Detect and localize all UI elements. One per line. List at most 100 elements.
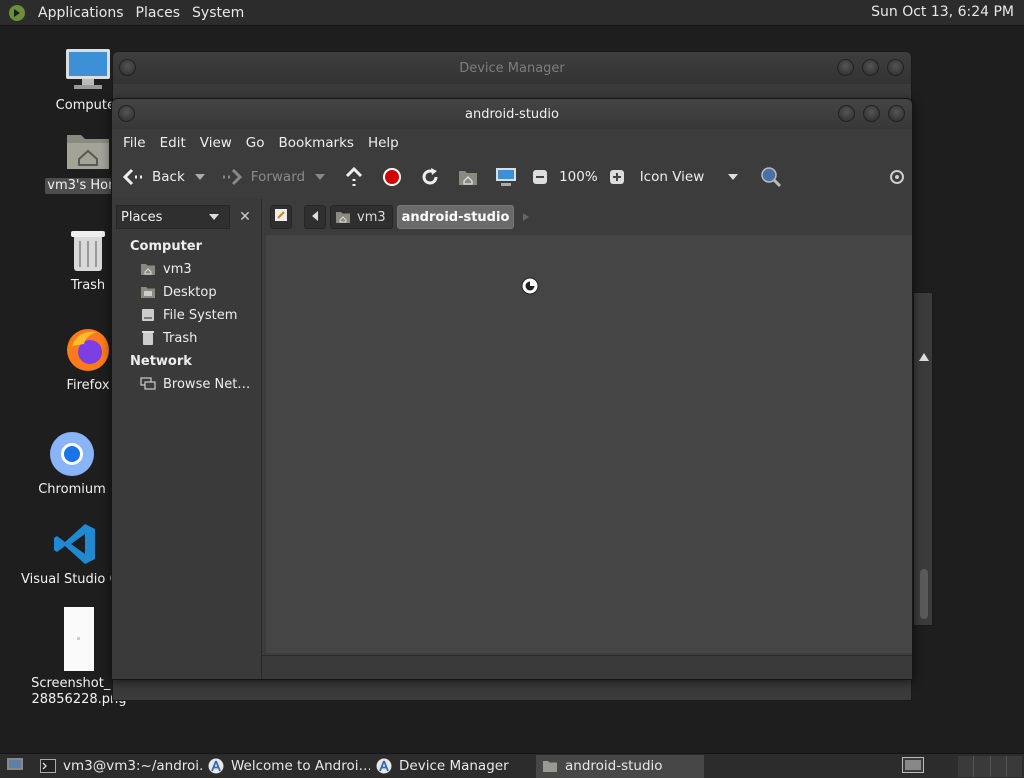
view-mode-select[interactable]: Icon View (636, 162, 744, 192)
chevron-down-icon (727, 174, 738, 180)
toggle-location-entry-button[interactable] (270, 205, 292, 229)
stop-icon (381, 166, 403, 188)
zoom-in-button[interactable] (602, 162, 632, 192)
minimize-icon[interactable] (837, 59, 854, 76)
computer-button[interactable] (491, 162, 521, 192)
taskbar-item-welcome-android[interactable]: Welcome to Androi… (202, 755, 370, 778)
android-studio-icon (208, 758, 224, 774)
taskbar-item-terminal[interactable]: vm3@vm3:~/androi… (34, 755, 202, 778)
file-manager-window[interactable]: android-studio File Edit View Go Bookmar… (111, 98, 913, 680)
breadcrumb-vm3[interactable]: vm3 (330, 205, 393, 229)
up-arrow-icon (343, 166, 365, 188)
desktop-icon-label: Chromium (38, 482, 106, 497)
maximize-icon[interactable] (863, 105, 880, 122)
android-studio-icon (376, 758, 392, 774)
workspace-3[interactable] (991, 756, 1007, 777)
places-menu[interactable]: Places (130, 5, 187, 21)
workspace-switcher[interactable] (900, 756, 926, 777)
clock[interactable]: Sun Oct 13, 6:24 PM (871, 4, 1014, 20)
busy-cursor-icon (521, 277, 539, 299)
window-titlebar[interactable]: android-studio (112, 99, 912, 129)
menu-help[interactable]: Help (361, 135, 406, 151)
top-panel: Applications Places System Sun Oct 13, 6… (0, 0, 1024, 26)
sidebar-section-computer: Computer (130, 239, 203, 254)
search-button[interactable] (756, 162, 786, 192)
sidebar-item-label: File System (163, 307, 238, 323)
zoom-level[interactable]: 100% (555, 162, 602, 192)
sidebar-type-select[interactable]: Places (116, 205, 230, 229)
network-icon (140, 376, 156, 392)
minimize-icon[interactable] (838, 105, 855, 122)
search-icon (760, 166, 782, 188)
taskbar-item-label: android-studio (565, 758, 663, 774)
taskbar-item-device-manager[interactable]: Device Manager (370, 755, 536, 778)
image-file-icon (55, 606, 103, 672)
close-icon: ✕ (239, 209, 251, 225)
back-button[interactable]: Back (118, 162, 189, 192)
path-scroll-left-button[interactable] (304, 205, 326, 229)
chromium-icon (48, 430, 96, 478)
desktop-icon-label: Firefox (66, 378, 110, 393)
sidebar-item-label: Trash (163, 330, 198, 346)
zoom-out-button[interactable] (525, 162, 555, 192)
forward-history-chevron-down-icon[interactable] (315, 174, 326, 180)
home-folder-icon (335, 210, 351, 224)
chevron-right-icon (523, 210, 530, 225)
home-button[interactable] (453, 162, 483, 192)
sidebar-item-desktop[interactable]: Desktop (140, 284, 217, 300)
firefox-icon (64, 326, 112, 374)
applications-menu[interactable]: Applications (32, 5, 130, 21)
menu-bookmarks[interactable]: Bookmarks (272, 135, 361, 151)
trash-icon (64, 226, 112, 274)
reload-button[interactable] (415, 162, 445, 192)
maximize-icon[interactable] (862, 59, 879, 76)
close-icon[interactable] (887, 59, 904, 76)
window-menu-icon[interactable] (118, 105, 135, 122)
workspace-2[interactable] (974, 756, 991, 777)
sidebar-item-browse-network[interactable]: Browse Net… (140, 376, 250, 392)
path-scroll-right-button[interactable] (518, 205, 534, 229)
back-history-chevron-down-icon[interactable] (194, 174, 205, 180)
menu-view[interactable]: View (193, 135, 239, 151)
back-label: Back (152, 169, 185, 185)
window-titlebar[interactable]: Device Manager (113, 52, 911, 84)
close-icon[interactable] (888, 105, 905, 122)
workspace-pager[interactable] (958, 756, 1022, 777)
show-desktop-button[interactable] (4, 755, 26, 777)
window-title: android-studio (465, 106, 559, 122)
scrollbar-thumb[interactable] (920, 569, 928, 619)
view-mode-label: Icon View (639, 169, 705, 185)
vscode-icon (51, 520, 99, 568)
throbber-icon (886, 166, 908, 188)
forward-label: Forward (250, 169, 306, 185)
menu-edit[interactable]: Edit (153, 135, 193, 151)
places-sidebar: Places ✕ Computer vm3 Desktop File Syste… (112, 199, 262, 679)
menubar: File Edit View Go Bookmarks Help (112, 129, 912, 157)
menu-go[interactable]: Go (239, 135, 272, 151)
desktop-folder-icon (140, 284, 156, 300)
background-window-edge[interactable] (913, 292, 933, 626)
file-view[interactable] (266, 235, 912, 653)
stop-button[interactable] (377, 162, 407, 192)
breadcrumb-android-studio[interactable]: android-studio (396, 205, 515, 229)
folder-icon (542, 758, 558, 774)
up-button[interactable] (339, 162, 369, 192)
forward-button[interactable]: Forward (217, 162, 309, 192)
workspace-1[interactable] (958, 756, 975, 777)
taskbar-item-android-studio-folder[interactable]: android-studio (536, 754, 704, 778)
sidebar-item-vm3[interactable]: vm3 (140, 261, 192, 277)
workspace-icon (902, 756, 924, 777)
back-arrow-icon (122, 166, 144, 188)
computer-icon (64, 46, 112, 94)
mate-logo-icon[interactable] (6, 2, 28, 24)
status-bar (262, 655, 912, 679)
close-sidebar-button[interactable]: ✕ (234, 205, 256, 229)
taskbar-item-label: Welcome to Androi… (231, 758, 370, 774)
window-menu-icon[interactable] (119, 59, 136, 76)
workspace-4[interactable] (1007, 756, 1022, 777)
sidebar-item-file-system[interactable]: File System (140, 307, 237, 323)
system-menu[interactable]: System (186, 5, 250, 21)
menu-file[interactable]: File (116, 135, 153, 151)
sidebar-item-label: vm3 (163, 261, 192, 277)
sidebar-item-trash[interactable]: Trash (140, 330, 197, 346)
